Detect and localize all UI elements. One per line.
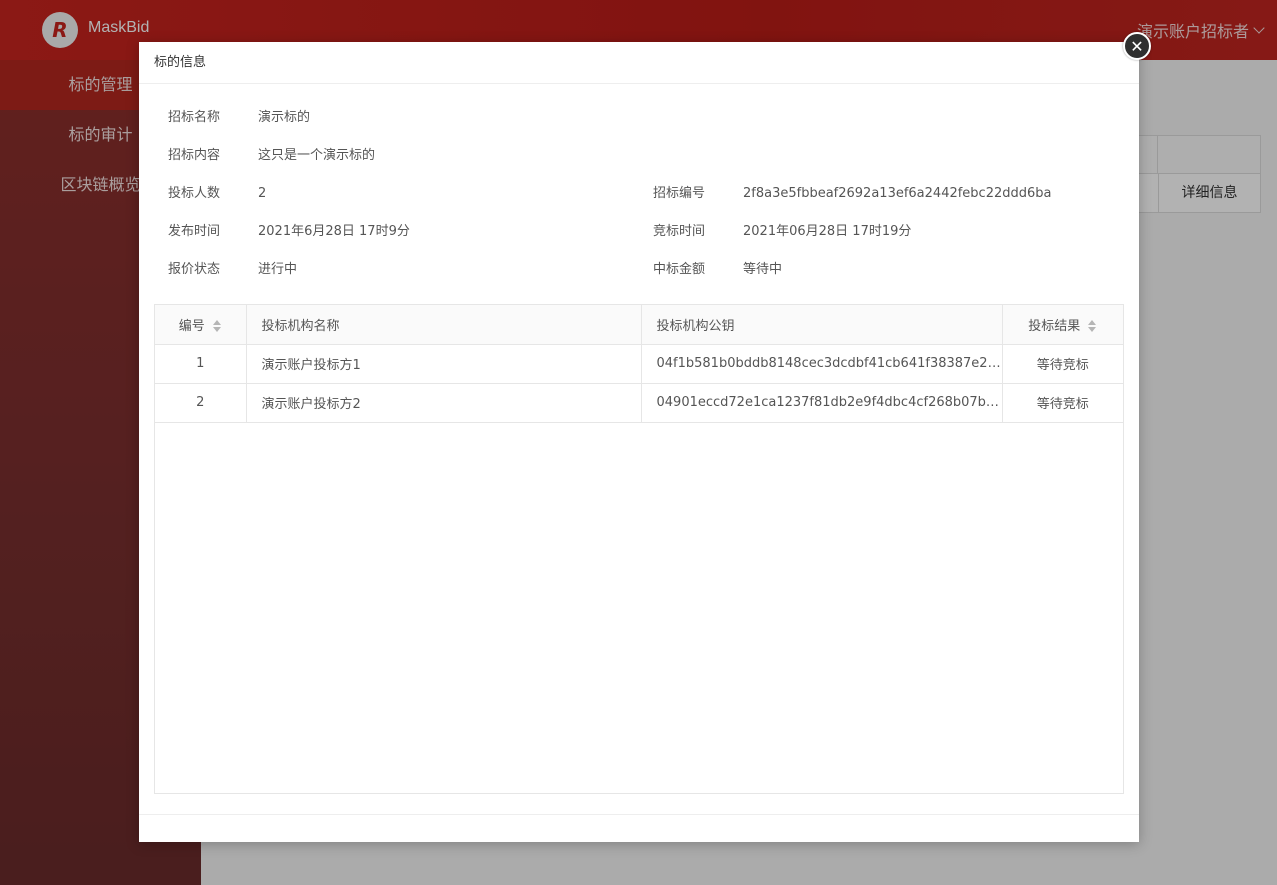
column-header-label: 编号	[178, 318, 205, 334]
quote-status-value: 进行中	[258, 262, 298, 277]
bidder-count-label: 投标人数	[168, 186, 221, 201]
bid-time-value: 2021年06月28日 17时19分	[743, 224, 912, 239]
column-header-name: 投标机构名称	[246, 305, 642, 345]
column-header-label: 投标结果	[1028, 318, 1081, 334]
winning-amount-value: 等待中	[743, 262, 783, 277]
info-row-count-id: 投标人数 2 招标编号 2f8a3e5fbbeaf2692a13ef6a2442…	[139, 184, 1139, 204]
bid-time-label: 竞标时间	[653, 224, 706, 239]
tender-id-value: 2f8a3e5fbbeaf2692a13ef6a2442febc22ddd6ba	[743, 186, 1052, 201]
close-icon: ✕	[1130, 36, 1144, 56]
column-header-number[interactable]: 编号	[155, 305, 247, 345]
info-row-times: 发布时间 2021年6月28日 17时9分 竞标时间 2021年06月28日 1…	[139, 222, 1139, 242]
bidder-count-value: 2	[258, 186, 267, 201]
sort-icon[interactable]	[1088, 320, 1097, 333]
tender-content-label: 招标内容	[168, 148, 221, 163]
modal-title: 标的信息	[139, 42, 1139, 84]
tender-name-label: 招标名称	[168, 110, 221, 125]
column-header-result[interactable]: 投标结果	[1002, 305, 1123, 345]
table-row[interactable]: 2 演示账户投标方2 04901eccd72e1ca1237f81db2e9f4…	[155, 383, 1123, 423]
cell-number: 2	[155, 383, 247, 423]
bidder-table: 编号 投标机构名称 投标机构公钥 投标结果 1 演示账户投标方1 04f1b58…	[154, 304, 1124, 794]
tender-id-label: 招标编号	[653, 186, 706, 201]
tender-info-modal: 标的信息 招标名称 演示标的 招标内容 这只是一个演示标的 投标人数 2 招标编…	[139, 42, 1139, 842]
modal-footer	[139, 814, 1139, 842]
tender-content-value: 这只是一个演示标的	[258, 148, 376, 163]
info-row-content: 招标内容 这只是一个演示标的	[139, 146, 1139, 166]
info-row-status: 报价状态 进行中 中标金额 等待中	[139, 260, 1139, 280]
publish-time-label: 发布时间	[168, 224, 221, 239]
publish-time-value: 2021年6月28日 17时9分	[258, 224, 410, 239]
cell-public-key: 04901eccd72e1ca1237f81db2e9f4dbc4cf268b0…	[641, 383, 1003, 423]
close-button[interactable]: ✕	[1123, 32, 1151, 60]
winning-amount-label: 中标金额	[653, 262, 706, 277]
info-row-name: 招标名称 演示标的	[139, 108, 1139, 128]
cell-number: 1	[155, 344, 247, 384]
cell-result: 等待竞标	[1002, 383, 1123, 423]
column-header-public-key: 投标机构公钥	[641, 305, 1003, 345]
table-row[interactable]: 1 演示账户投标方1 04f1b581b0bddb8148cec3dcdbf41…	[155, 344, 1123, 384]
cell-result: 等待竞标	[1002, 344, 1123, 384]
sort-icon[interactable]	[212, 320, 222, 333]
cell-public-key: 04f1b581b0bddb8148cec3dcdbf41cb641f38387…	[641, 344, 1003, 384]
cell-name: 演示账户投标方2	[246, 383, 642, 423]
tender-name-value: 演示标的	[258, 110, 311, 125]
quote-status-label: 报价状态	[168, 262, 221, 277]
table-header-row: 编号 投标机构名称 投标机构公钥 投标结果	[155, 305, 1123, 345]
cell-name: 演示账户投标方1	[246, 344, 642, 384]
